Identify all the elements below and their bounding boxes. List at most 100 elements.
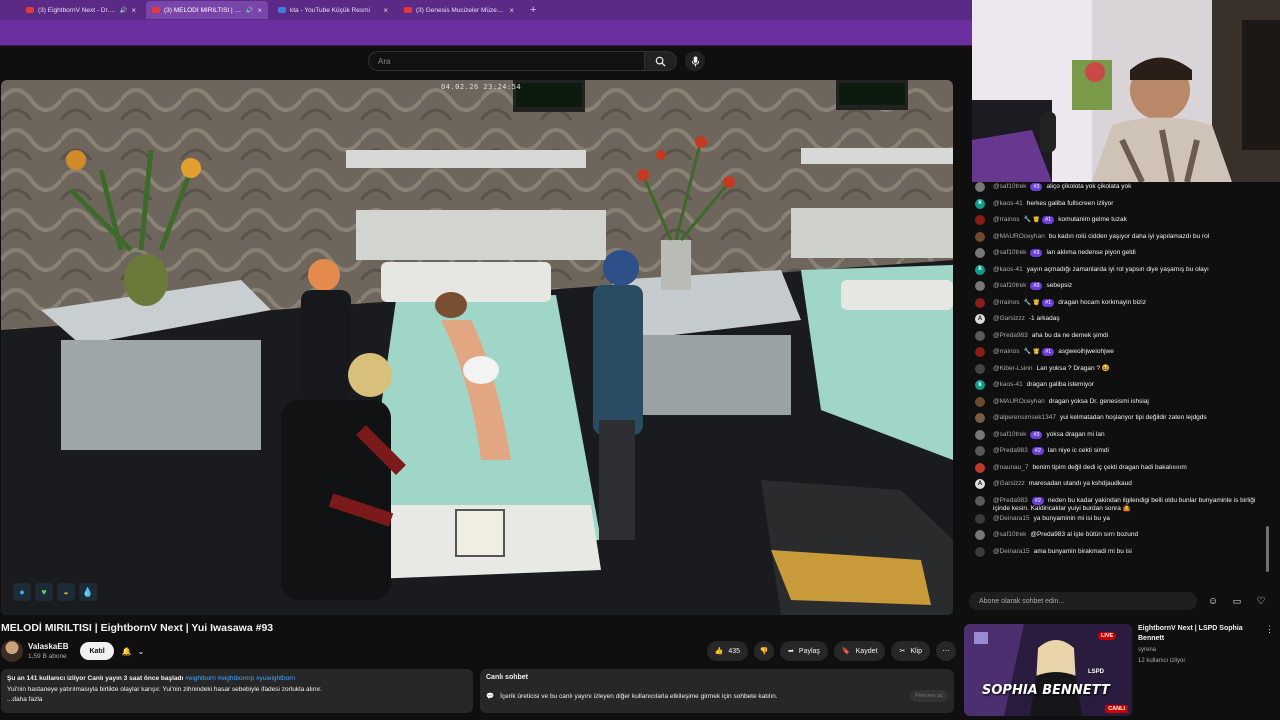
heart-icon: ♡ [1256, 595, 1266, 607]
chat-message: k @kaos-41 dragan galiba istemiyor [962, 380, 1274, 397]
search-input[interactable]: Ara [368, 51, 645, 71]
chat-avatar[interactable] [975, 513, 985, 524]
new-tab-button[interactable]: + [530, 4, 536, 16]
channel-name[interactable]: ValaskaEB [28, 642, 68, 651]
chat-username[interactable]: @kaos-41 [993, 266, 1023, 273]
chat-username[interactable]: @Garsizzz [993, 315, 1025, 322]
channel-avatar[interactable] [1, 640, 23, 662]
chat-username[interactable]: @rrainos [993, 216, 1019, 223]
clip-button[interactable]: ✂ Klip [891, 641, 930, 661]
chat-username[interactable]: @MAUROceyhan [993, 398, 1045, 405]
emoji-button[interactable]: ☺ [1205, 593, 1221, 609]
chat-message-body: @MAUROceyhan bu kadın rolü cidden yaşıyor… [993, 232, 1260, 242]
chat-username[interactable]: @saf10trek [993, 183, 1026, 190]
browser-tab[interactable]: (3) Genesis Mucizeler Müzesi - × [398, 1, 520, 19]
chat-username[interactable]: @Garsizzz [993, 480, 1025, 487]
chat-text: Lan yoksa ? Dragan ? 😆 [1036, 364, 1110, 372]
recommended-thumbnail[interactable]: LIVE LSPD SOPHIA BENNETT CANLI [964, 624, 1132, 716]
smiley-icon: ☺ [1207, 595, 1219, 607]
chat-avatar[interactable] [975, 248, 985, 258]
youtube-icon [152, 7, 160, 13]
more-actions-button[interactable]: ⋯ [936, 641, 956, 661]
chat-username[interactable]: @rrainos [993, 348, 1019, 355]
search-button[interactable] [645, 51, 677, 71]
dislike-button[interactable]: 👎 [754, 641, 775, 661]
chat-username[interactable]: @rrainos [993, 299, 1019, 306]
chat-avatar[interactable] [975, 297, 985, 308]
browser-tab[interactable]: (3) EightbornV Next - Dr. G 🔊 × [20, 1, 142, 19]
card-icon: ▭ [1232, 595, 1242, 606]
speaker-icon[interactable]: 🔊 [246, 7, 253, 14]
chat-avatar[interactable] [975, 182, 985, 192]
chat-avatar[interactable] [975, 281, 985, 291]
browser-tab[interactable]: kta - YouTube Küçük Resmi × [272, 1, 394, 19]
chat-avatar[interactable] [975, 330, 985, 341]
chat-avatar[interactable] [975, 530, 985, 540]
recommended-video[interactable]: LIVE LSPD SOPHIA BENNETT CANLI Eightborn… [964, 624, 1274, 716]
close-icon[interactable]: × [509, 6, 514, 15]
share-button[interactable]: ➦ Paylaş [780, 641, 828, 661]
chat-username[interactable]: @naunau_7 [993, 464, 1029, 471]
chat-username[interactable]: @MAUROceyhan [993, 233, 1045, 240]
join-button[interactable]: Katıl [80, 642, 114, 660]
recommended-channel[interactable]: syrena [1138, 646, 1266, 655]
chat-username[interactable]: @Preda983 [993, 447, 1028, 454]
chat-avatar[interactable] [975, 347, 985, 357]
chat-avatar[interactable]: k [975, 198, 985, 209]
recommended-title[interactable]: EightbornV Next | LSPD Sophia Bennett [1138, 624, 1266, 644]
show-more-link[interactable]: ...daha fazla [7, 695, 467, 706]
chat-avatar[interactable] [975, 546, 985, 557]
chat-message-body: @Deinara15 ama bunyamin birakmadi mi bu i… [993, 547, 1260, 557]
chat-message: @Preda983 #2 lan niye ic cekti simdi [962, 446, 1274, 463]
chat-message-body: @saf10trek #3 sebepsiz [993, 281, 1260, 291]
like-button[interactable]: 👍 435 [706, 641, 749, 661]
chat-avatar[interactable] [975, 231, 985, 242]
chat-username[interactable]: @kaos-41 [993, 381, 1023, 388]
super-chat-button[interactable]: ▭ [1229, 593, 1245, 609]
chat-avatar[interactable] [975, 215, 985, 225]
chat-avatar[interactable]: A [975, 314, 985, 324]
chat-username[interactable]: @Preda983 [993, 332, 1028, 339]
chat-message-body: @Kiber-Lsinn Lan yoksa ? Dragan ? 😆 [993, 364, 1260, 374]
chat-username[interactable]: @kaos-41 [993, 200, 1023, 207]
chat-avatar[interactable] [975, 363, 985, 374]
more-options-icon[interactable]: ⋮ [1265, 624, 1274, 635]
scissors-icon: ✂ [899, 648, 906, 655]
open-window-button[interactable]: Pencere aç [910, 690, 948, 702]
chat-username[interactable]: @Preda983 [993, 497, 1028, 504]
thumbnail-name: SOPHIA BENNETT [982, 683, 1110, 698]
chat-username[interactable]: @Deinara15 [993, 548, 1030, 555]
chat-avatar[interactable] [975, 446, 985, 456]
chat-avatar[interactable]: k [975, 380, 985, 390]
heart-button[interactable]: ♡ [1253, 593, 1269, 609]
close-icon[interactable]: × [131, 6, 136, 15]
chat-input-row: Abone olarak sohbet edin... ☺ ▭ ♡ [969, 591, 1269, 611]
live-chat-text: İçerik üreticisi ve bu canlı yayını izle… [500, 692, 778, 700]
chat-avatar[interactable] [975, 429, 985, 440]
chat-username[interactable]: @saf10trek [993, 282, 1026, 289]
chat-avatar[interactable] [975, 495, 985, 506]
chat-input[interactable]: Abone olarak sohbet edin... [969, 592, 1197, 610]
save-button[interactable]: 🔖 Kaydet [833, 641, 886, 661]
video-player[interactable]: 04.02.26 23:24:54 ● ♥ ◒ 💧 [1, 80, 953, 615]
chat-username[interactable]: @Kiber-Lsinn [993, 365, 1032, 372]
chat-username[interactable]: @saf10trek [993, 249, 1026, 256]
chat-avatar[interactable] [975, 413, 985, 423]
chat-avatar[interactable]: A [975, 479, 985, 489]
chat-avatar[interactable]: k [975, 264, 985, 275]
chat-username[interactable]: @alperensimsek1347 [993, 414, 1056, 421]
close-icon[interactable]: × [383, 6, 388, 15]
speaker-icon[interactable]: 🔊 [120, 7, 127, 14]
voice-search-button[interactable] [685, 51, 705, 71]
browser-tab-active[interactable]: (3) MELODİ MIRILTISI | Eigh 🔊 × [146, 1, 268, 19]
close-icon[interactable]: × [257, 6, 262, 15]
notifications-button[interactable]: 🔔 ⌄ [122, 647, 145, 656]
hashtags[interactable]: #eightborn #eightbornrp #yuieightborn [185, 675, 295, 682]
chat-avatar[interactable] [975, 396, 985, 407]
chat-avatar[interactable] [975, 462, 985, 473]
chat-username[interactable]: @saf10trek [993, 531, 1026, 538]
chat-scrollbar[interactable] [1266, 526, 1269, 572]
description-box[interactable]: Şu an 141 kullanıcı izliyor Canlı yayın … [1, 669, 473, 713]
chat-username[interactable]: @Deinara15 [993, 515, 1030, 522]
chat-username[interactable]: @saf10trek [993, 431, 1026, 438]
